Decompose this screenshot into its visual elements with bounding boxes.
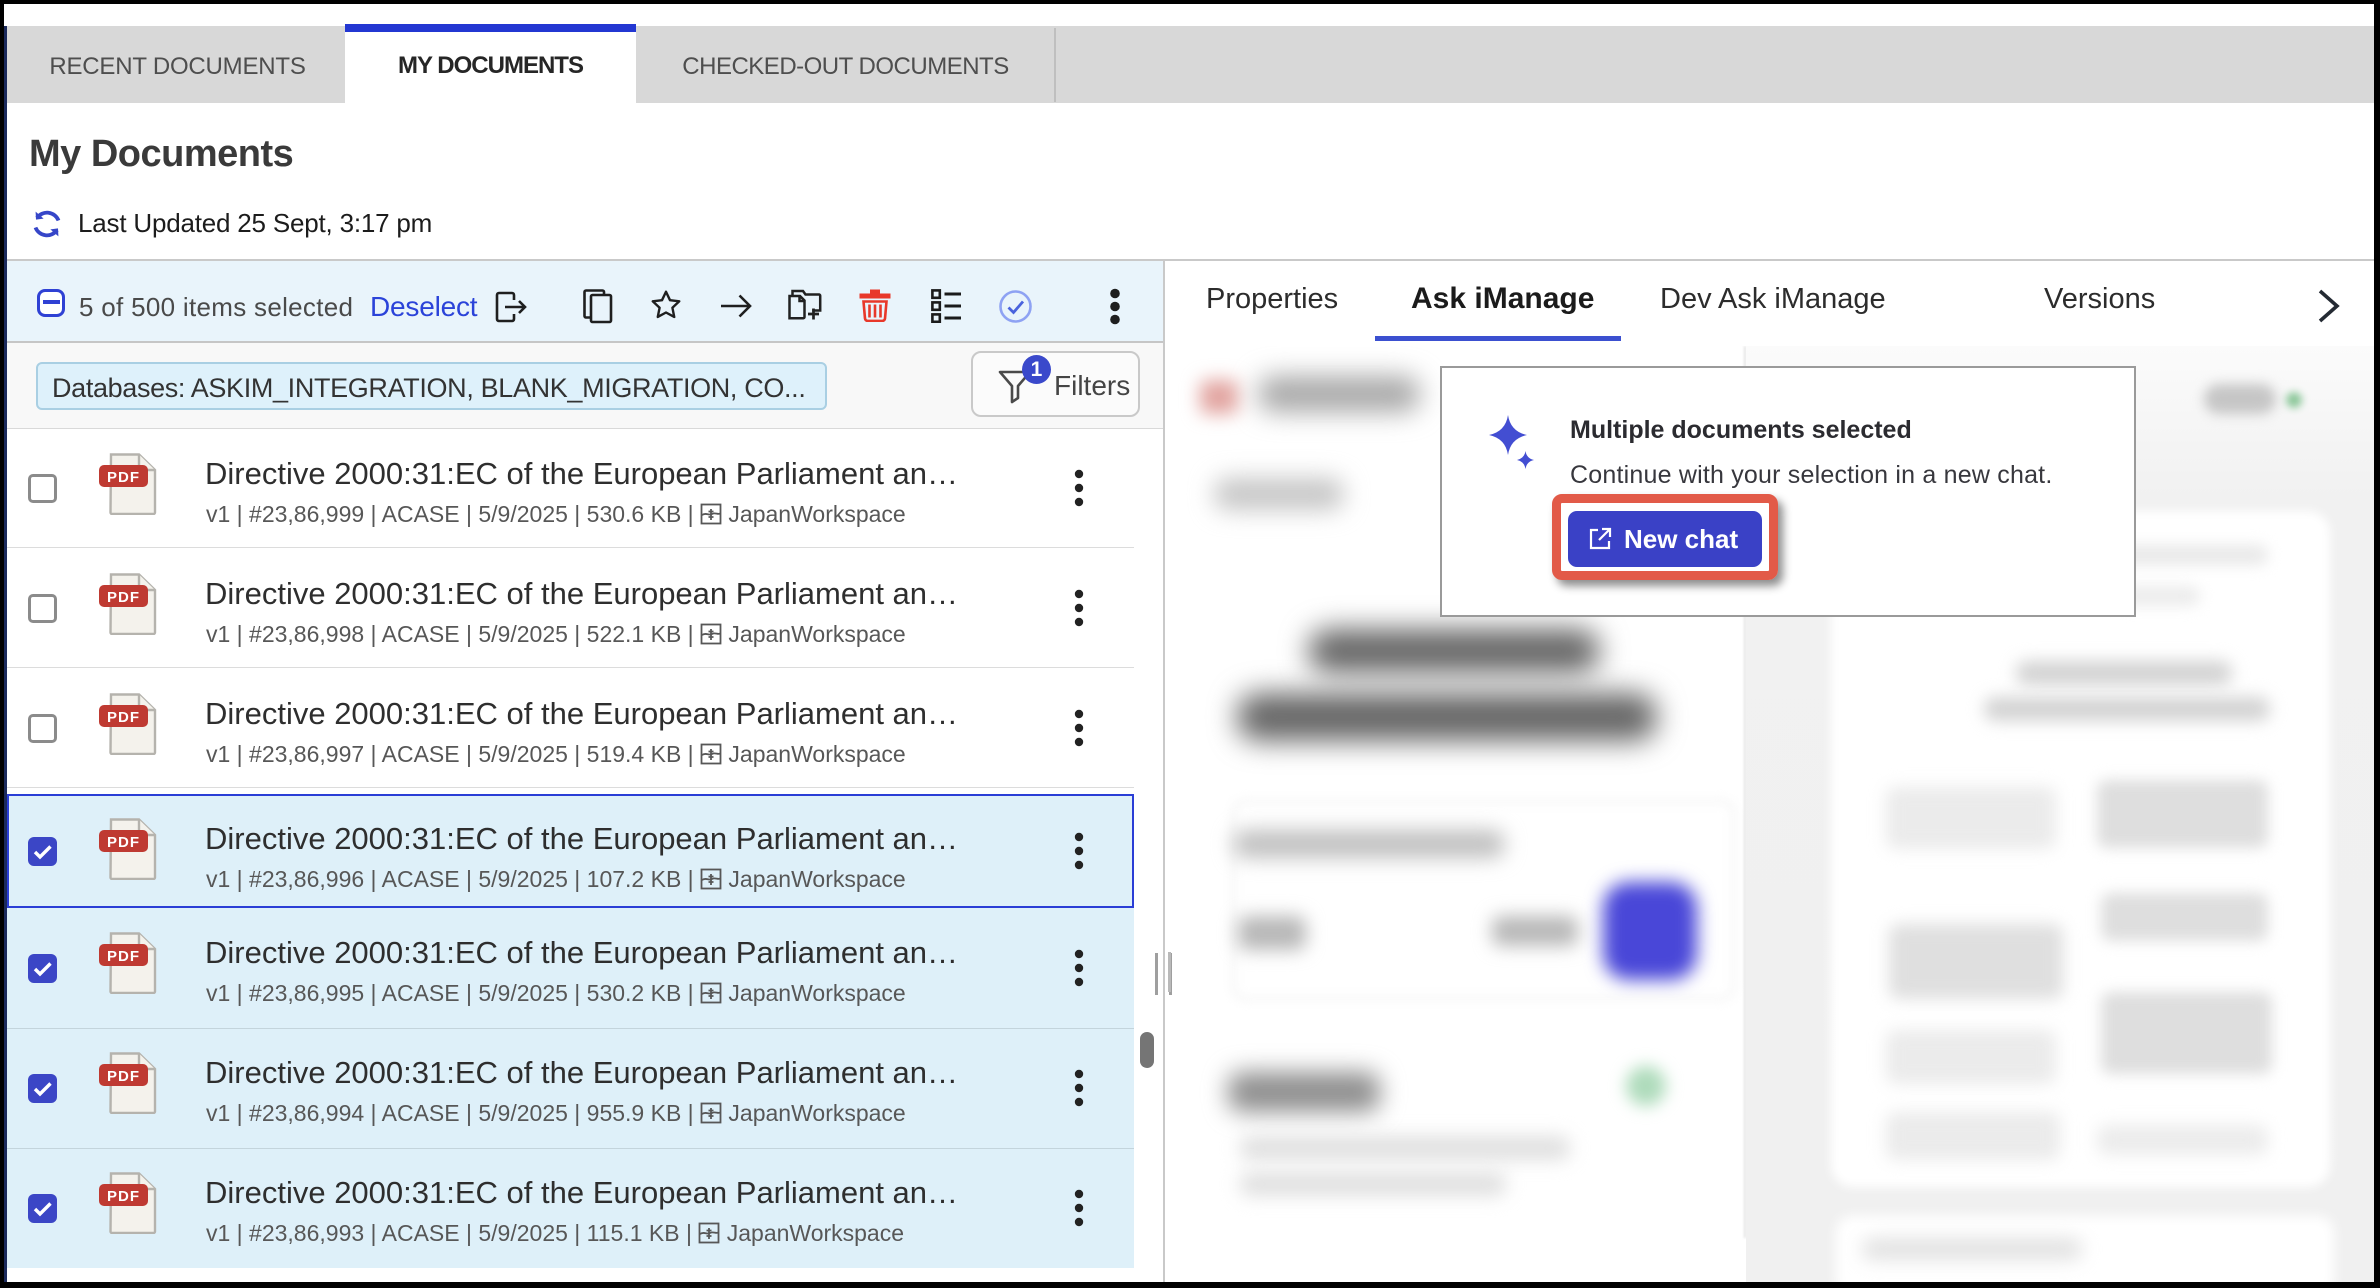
svg-text:PDF: PDF <box>107 1068 140 1085</box>
svg-text:PDF: PDF <box>107 469 140 486</box>
svg-text:PDF: PDF <box>107 709 140 726</box>
svg-text:PDF: PDF <box>107 834 140 851</box>
svg-text:PDF: PDF <box>107 1188 140 1205</box>
svg-text:PDF: PDF <box>107 948 140 965</box>
svg-text:PDF: PDF <box>107 589 140 606</box>
